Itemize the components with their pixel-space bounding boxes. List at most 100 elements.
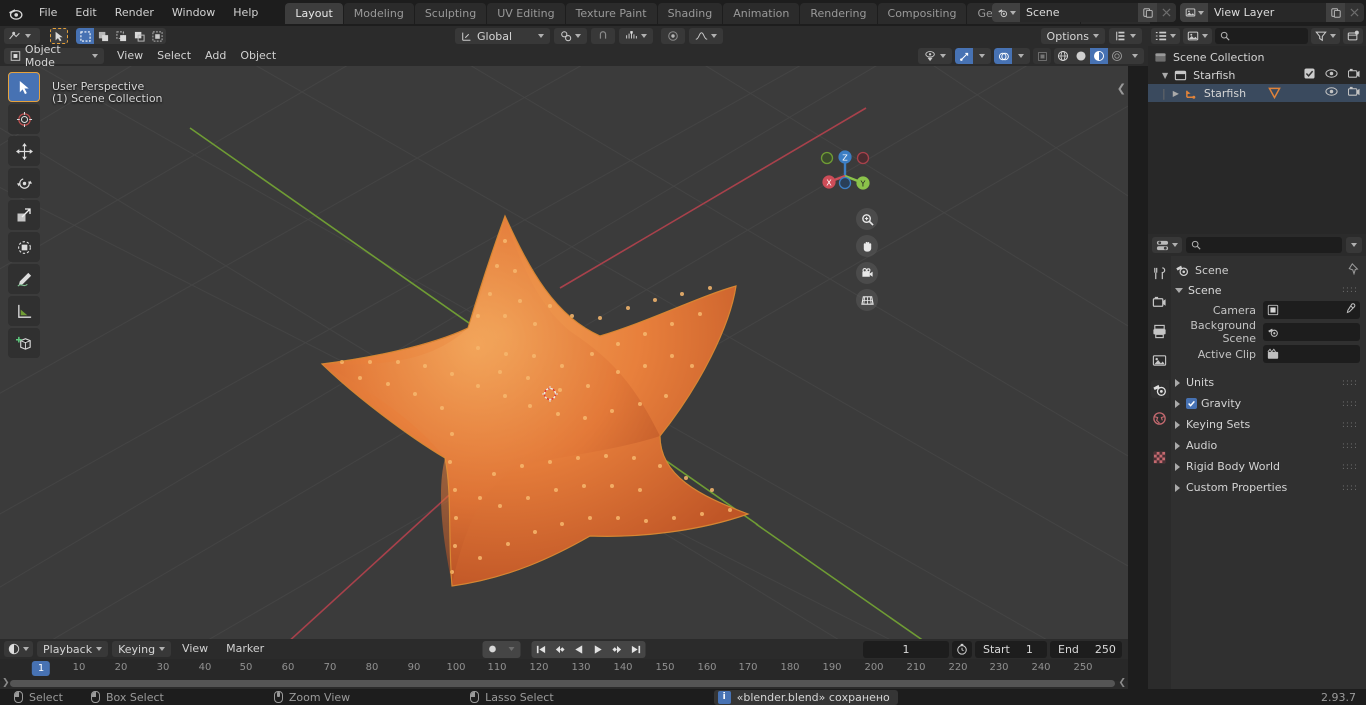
next-keyframe-button[interactable]	[607, 640, 627, 658]
eyedropper-icon[interactable]	[1344, 302, 1356, 318]
timeline-expand-arrow[interactable]: ❯	[2, 678, 10, 688]
view-layer-name[interactable]: View Layer	[1208, 3, 1326, 22]
tab-view-layer-icon[interactable]	[1151, 351, 1169, 369]
viewport-menu-add[interactable]: Add	[198, 47, 233, 65]
jump-end-button[interactable]	[626, 640, 646, 658]
menu-window[interactable]: Window	[163, 3, 224, 23]
panel-header-rigid-body-world[interactable]: Rigid Body World ::::	[1175, 456, 1360, 477]
expand-triangle-down-icon[interactable]: ▼	[1162, 71, 1168, 80]
add-cube-tool[interactable]	[8, 328, 40, 358]
tab-sculpting[interactable]: Sculpting	[414, 2, 487, 24]
tab-output-icon[interactable]	[1151, 322, 1169, 340]
menu-edit[interactable]: Edit	[66, 3, 105, 23]
tab-texture-icon[interactable]	[1151, 448, 1169, 466]
properties-options-button[interactable]	[1346, 237, 1362, 253]
viewport-menu-object[interactable]: Object	[233, 47, 283, 65]
scene-selector[interactable]: Scene	[992, 3, 1176, 22]
tab-shading[interactable]: Shading	[657, 2, 723, 24]
blender-logo-icon[interactable]	[0, 5, 30, 22]
keying-menu[interactable]: Keying	[112, 641, 172, 657]
viewport-menu-select[interactable]: Select	[150, 47, 198, 65]
panel-header-keying-sets[interactable]: Keying Sets ::::	[1175, 414, 1360, 435]
editor-type-selector[interactable]	[4, 28, 40, 44]
menu-render[interactable]: Render	[106, 3, 163, 23]
current-frame-field[interactable]: 1	[863, 640, 949, 658]
rendered-shading-button[interactable]	[1108, 48, 1126, 64]
panel-header-custom-properties[interactable]: Custom Properties ::::	[1175, 477, 1360, 498]
camera-icon[interactable]	[1347, 86, 1360, 100]
outliner-row-scene-collection[interactable]: Scene Collection	[1148, 48, 1366, 66]
end-frame-field[interactable]: End 250	[1050, 640, 1122, 658]
properties-search-input[interactable]	[1186, 237, 1342, 253]
select-box-button[interactable]	[76, 28, 94, 44]
outliner-editor-type-selector[interactable]	[1151, 28, 1180, 44]
scene-name[interactable]: Scene	[1020, 3, 1138, 22]
menu-help[interactable]: Help	[224, 3, 267, 23]
tab-tool-icon[interactable]	[1151, 264, 1169, 282]
tab-scene-icon[interactable]	[1150, 380, 1169, 398]
expand-triangle-right-icon[interactable]: ▶	[1173, 89, 1179, 98]
tab-animation[interactable]: Animation	[723, 2, 800, 24]
menu-file[interactable]: File	[30, 3, 66, 23]
sidebar-toggle-arrow[interactable]: ❮	[1117, 82, 1126, 95]
tab-layout[interactable]: Layout	[285, 2, 343, 24]
delete-scene-button[interactable]	[1157, 3, 1176, 22]
playback-menu[interactable]: Playback	[37, 641, 109, 657]
triangle-icon[interactable]	[1268, 87, 1281, 99]
status-toast[interactable]: i «blender.blend» сохранено	[713, 689, 898, 705]
overlay-options-button[interactable]	[1012, 48, 1030, 64]
snap-toggle[interactable]	[591, 28, 616, 44]
shading-options-button[interactable]	[1126, 48, 1144, 64]
panel-header-scene[interactable]: Scene ::::	[1175, 280, 1360, 300]
tab-texture-paint[interactable]: Texture Paint	[565, 2, 657, 24]
tab-render-icon[interactable]	[1151, 293, 1169, 311]
properties-editor-type-selector[interactable]	[1152, 237, 1182, 253]
active-tool-button[interactable]	[50, 28, 68, 44]
timeline-editor-type-selector[interactable]	[4, 641, 33, 657]
start-frame-field[interactable]: Start 1	[975, 640, 1047, 658]
camera-icon[interactable]	[1347, 68, 1360, 82]
gizmo-options-button[interactable]	[973, 48, 991, 64]
tab-modeling[interactable]: Modeling	[343, 2, 414, 24]
play-button[interactable]	[588, 640, 608, 658]
scale-tool[interactable]	[8, 200, 40, 230]
transform-tool[interactable]	[8, 232, 40, 262]
select-box-tool[interactable]	[8, 72, 40, 102]
panel-header-gravity[interactable]: Gravity ::::	[1175, 393, 1360, 414]
eye-icon[interactable]	[1325, 86, 1338, 100]
move-tool[interactable]	[8, 136, 40, 166]
play-reverse-button[interactable]	[569, 640, 589, 658]
solid-shading-button[interactable]	[1072, 48, 1090, 64]
outliner-new-collection-button[interactable]	[1343, 28, 1363, 44]
wireframe-shading-button[interactable]	[1054, 48, 1072, 64]
falloff-type-selector[interactable]	[689, 28, 724, 44]
snap-pivot-selector[interactable]	[554, 28, 588, 44]
outliner-display-mode-selector[interactable]	[1183, 28, 1212, 44]
select-intersect-button[interactable]	[130, 28, 148, 44]
viewport-menu-view[interactable]: View	[110, 47, 150, 65]
transform-orientation-selector[interactable]: Global	[455, 28, 551, 44]
rotate-tool[interactable]	[8, 168, 40, 198]
panel-header-audio[interactable]: Audio ::::	[1175, 435, 1360, 456]
scene-data-icon[interactable]	[992, 3, 1020, 22]
new-view-layer-button[interactable]	[1326, 3, 1345, 22]
camera-view-icon[interactable]	[856, 262, 878, 284]
pin-icon[interactable]	[1348, 262, 1360, 278]
tab-rendering[interactable]: Rendering	[800, 2, 877, 24]
timeline-scrollbar[interactable]	[10, 680, 1115, 687]
tab-world-icon[interactable]	[1151, 409, 1169, 427]
panel-header-units[interactable]: Units ::::	[1175, 372, 1360, 393]
timeline-playhead[interactable]: 1	[31, 661, 51, 676]
delete-view-layer-button[interactable]	[1345, 3, 1364, 22]
material-preview-button[interactable]	[1090, 48, 1108, 64]
view-layer-selector[interactable]: View Layer	[1180, 3, 1364, 22]
outliner-row-starfish-collection[interactable]: ▼ Starfish	[1148, 66, 1366, 84]
use-preview-range-button[interactable]	[952, 640, 972, 658]
pan-hand-icon[interactable]	[856, 235, 878, 257]
auto-keying-options-button[interactable]	[501, 640, 521, 658]
active-clip-field[interactable]	[1263, 345, 1360, 363]
timeline-menu-marker[interactable]: Marker	[219, 640, 271, 658]
tab-uv-editing[interactable]: UV Editing	[487, 2, 565, 24]
select-subtract-button[interactable]	[112, 28, 130, 44]
auto-keying-button[interactable]	[482, 640, 502, 658]
